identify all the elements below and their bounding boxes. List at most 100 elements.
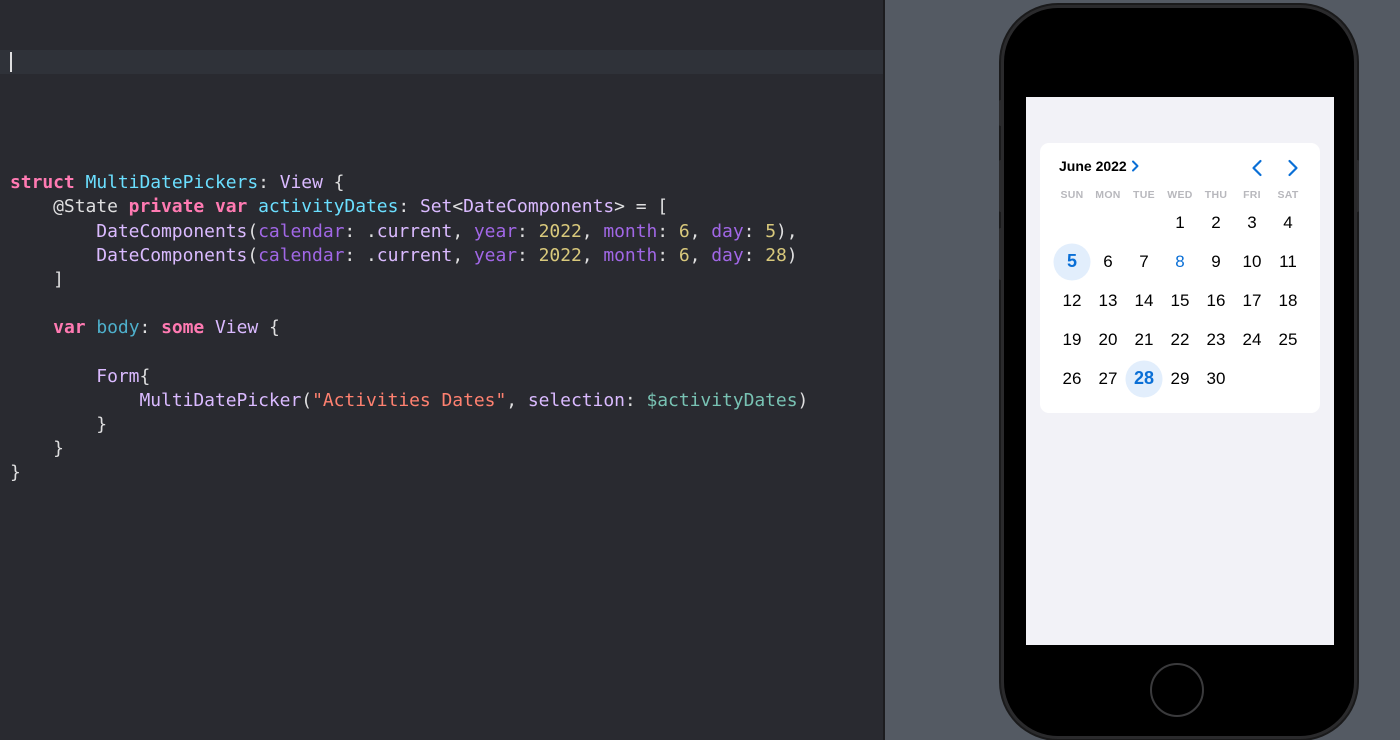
- calendar-day[interactable]: 8: [1162, 242, 1198, 281]
- chevron-left-icon: [1252, 159, 1262, 177]
- calendar-day[interactable]: 13: [1090, 281, 1126, 320]
- current-line-highlight: [0, 50, 884, 74]
- day-number: 30: [1206, 368, 1226, 388]
- code-token: activityDates: [258, 196, 399, 218]
- code-token: {: [258, 317, 280, 339]
- calendar-day[interactable]: 28: [1126, 359, 1162, 398]
- calendar-day[interactable]: 20: [1090, 320, 1126, 359]
- code-token: calendar: [258, 244, 345, 266]
- calendar-day[interactable]: 10: [1234, 242, 1270, 281]
- code-token: :: [657, 220, 679, 242]
- code-token: ): [797, 389, 809, 411]
- day-number: 16: [1206, 290, 1226, 310]
- code-line: }: [10, 413, 808, 437]
- code-token: ): [786, 244, 798, 266]
- code-token: private: [128, 196, 205, 218]
- day-number: 17: [1242, 290, 1262, 310]
- multi-date-picker: June 2022 SUNMONTUEWEDTHUFRISAT 12: [1040, 143, 1320, 413]
- code-token: struct: [10, 172, 75, 194]
- calendar-day[interactable]: 29: [1162, 359, 1198, 398]
- code-token: :: [398, 196, 420, 218]
- home-button[interactable]: [1150, 663, 1204, 717]
- code-token: :: [258, 172, 280, 194]
- day-number: 12: [1062, 290, 1082, 310]
- calendar-day[interactable]: 11: [1270, 242, 1306, 281]
- calendar-day[interactable]: 12: [1054, 281, 1090, 320]
- calendar-day[interactable]: 19: [1054, 320, 1090, 359]
- calendar-day[interactable]: 30: [1198, 359, 1234, 398]
- calendar-day[interactable]: 9: [1198, 242, 1234, 281]
- code-token: : .: [344, 220, 377, 242]
- calendar-day[interactable]: 5: [1054, 242, 1090, 281]
- code-line: DateComponents(calendar: .current, year:…: [10, 220, 808, 244]
- calendar-day[interactable]: 16: [1198, 281, 1234, 320]
- day-number: 7: [1139, 251, 1149, 271]
- weekday-label: SUN: [1060, 189, 1084, 201]
- code-token: :: [743, 220, 766, 242]
- day-grid: 1 2 3 4 5 6 7 8 9 10 11 12 13 14 15 16 17 18 19 20 21 22 23 24 2…: [1054, 203, 1306, 398]
- code-token: ]: [10, 268, 64, 290]
- code-token: "Activities Dates": [312, 389, 507, 411]
- calendar-day[interactable]: 21: [1126, 320, 1162, 359]
- next-month-button[interactable]: [1287, 159, 1299, 182]
- code-token: var: [214, 196, 248, 218]
- previous-month-button[interactable]: [1251, 159, 1263, 182]
- code-token: Form: [96, 365, 140, 387]
- calendar-day[interactable]: 1: [1162, 203, 1198, 242]
- month-year-button[interactable]: June 2022: [1059, 158, 1139, 174]
- code-token: var: [53, 317, 86, 339]
- day-number: 5: [1066, 251, 1077, 271]
- source-code[interactable]: struct MultiDatePickers: View { @State p…: [10, 147, 808, 486]
- code-token: 6: [678, 244, 690, 266]
- code-line: }: [10, 461, 808, 485]
- code-token: @State: [10, 196, 129, 218]
- code-token: MultiDatePicker: [139, 389, 302, 411]
- calendar-day[interactable]: 22: [1162, 320, 1198, 359]
- calendar-day[interactable]: 15: [1162, 281, 1198, 320]
- code-line: MultiDatePicker("Activities Dates", sele…: [10, 389, 808, 413]
- weekday-label: THU: [1204, 189, 1228, 201]
- calendar-day[interactable]: 24: [1234, 320, 1270, 359]
- code-line: Form{: [10, 365, 808, 389]
- calendar-day[interactable]: 14: [1126, 281, 1162, 320]
- code-line: ]: [10, 268, 808, 292]
- calendar-day[interactable]: 4: [1270, 203, 1306, 242]
- calendar-day[interactable]: 6: [1090, 242, 1126, 281]
- code-token: :: [657, 244, 679, 266]
- calendar-day[interactable]: 26: [1054, 359, 1090, 398]
- calendar-day[interactable]: 23: [1198, 320, 1234, 359]
- calendar-day[interactable]: 2: [1198, 203, 1234, 242]
- empty-day-cell: [1126, 203, 1162, 242]
- volume-down-button: [999, 228, 1002, 280]
- calendar-day[interactable]: 17: [1234, 281, 1270, 320]
- code-token: }: [10, 414, 108, 436]
- calendar-day[interactable]: 3: [1234, 203, 1270, 242]
- day-number: 24: [1242, 329, 1262, 349]
- day-number: 2: [1211, 212, 1221, 232]
- code-token: ),: [776, 220, 798, 242]
- code-token: }: [10, 462, 21, 484]
- day-number: 26: [1062, 368, 1082, 388]
- code-token: ,: [689, 220, 712, 242]
- code-token: 6: [678, 220, 690, 242]
- code-editor[interactable]: struct MultiDatePickers: View { @State p…: [0, 0, 884, 740]
- day-number: 8: [1175, 251, 1185, 271]
- day-number: 28: [1133, 368, 1155, 388]
- chevron-right-icon: [1131, 160, 1139, 172]
- code-token: MultiDatePickers: [85, 172, 259, 194]
- code-token: (: [247, 220, 259, 242]
- code-token: :: [624, 389, 647, 411]
- calendar-day[interactable]: 7: [1126, 242, 1162, 281]
- calendar-day[interactable]: 25: [1270, 320, 1306, 359]
- code-token: DateComponents: [96, 220, 248, 242]
- code-token: :: [517, 220, 539, 242]
- code-token: selection: [527, 389, 625, 411]
- code-token: year: [473, 244, 518, 266]
- code-token: : .: [344, 244, 377, 266]
- calendar-day[interactable]: 18: [1270, 281, 1306, 320]
- calendar-day[interactable]: 27: [1090, 359, 1126, 398]
